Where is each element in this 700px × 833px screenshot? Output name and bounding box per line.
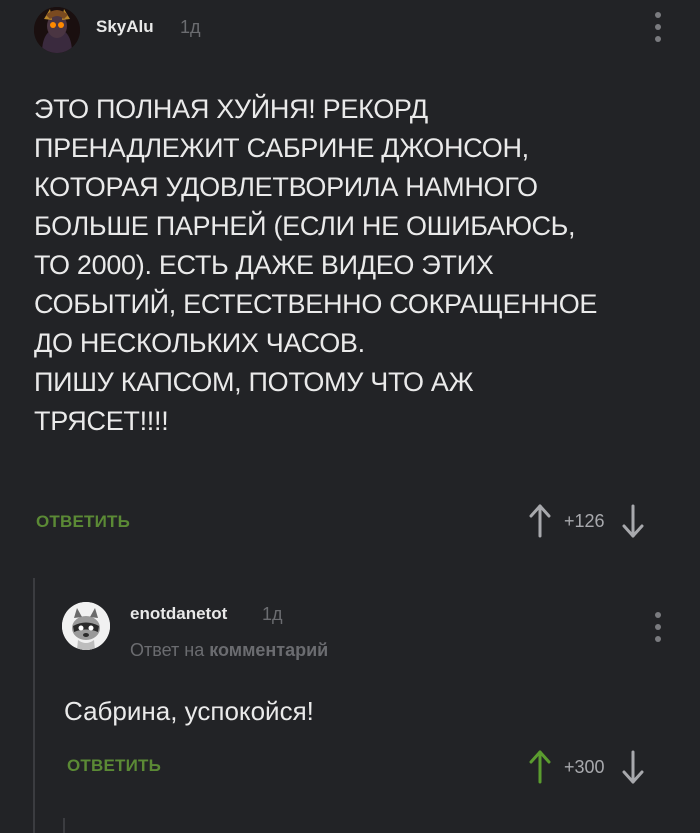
vote-score: +126 xyxy=(564,510,605,531)
vote-controls: +126 xyxy=(526,502,647,540)
username[interactable]: enotdanetot xyxy=(130,604,227,624)
comment: SkyAlu 1д ЭТО ПОЛНАЯ ХУЙНЯ! РЕКОРД ПРЕНА… xyxy=(0,0,700,560)
reply-to-line: Ответ на комментарий xyxy=(130,640,328,661)
arrow-down-icon[interactable] xyxy=(619,748,647,786)
username[interactable]: SkyAlu xyxy=(96,17,154,37)
vote-controls: +300 xyxy=(526,748,647,786)
arrow-down-icon[interactable] xyxy=(619,502,647,540)
arrow-up-icon[interactable] xyxy=(526,502,554,540)
comment-age: 1д xyxy=(262,604,283,624)
reply-to-link[interactable]: комментарий xyxy=(209,640,328,660)
comment-body: Сабрина, успокойся! xyxy=(64,696,314,726)
reply-to-prefix: Ответ на xyxy=(130,640,205,660)
avatar[interactable] xyxy=(62,602,110,650)
comment-age: 1д xyxy=(180,17,201,37)
more-options-icon[interactable] xyxy=(653,612,663,642)
comment-body: ЭТО ПОЛНАЯ ХУЙНЯ! РЕКОРД ПРЕНАДЛЕЖИТ САБ… xyxy=(34,94,598,436)
reply-button[interactable]: ОТВЕТИТЬ xyxy=(36,512,130,532)
comment-reply: enotdanetot 1д Ответ на комментарий Сабр… xyxy=(0,560,700,833)
more-options-icon[interactable] xyxy=(653,12,663,42)
reply-button[interactable]: ОТВЕТИТЬ xyxy=(67,756,161,776)
vote-score: +300 xyxy=(564,756,605,777)
arrow-up-icon[interactable] xyxy=(526,748,554,786)
avatar[interactable] xyxy=(34,7,80,53)
